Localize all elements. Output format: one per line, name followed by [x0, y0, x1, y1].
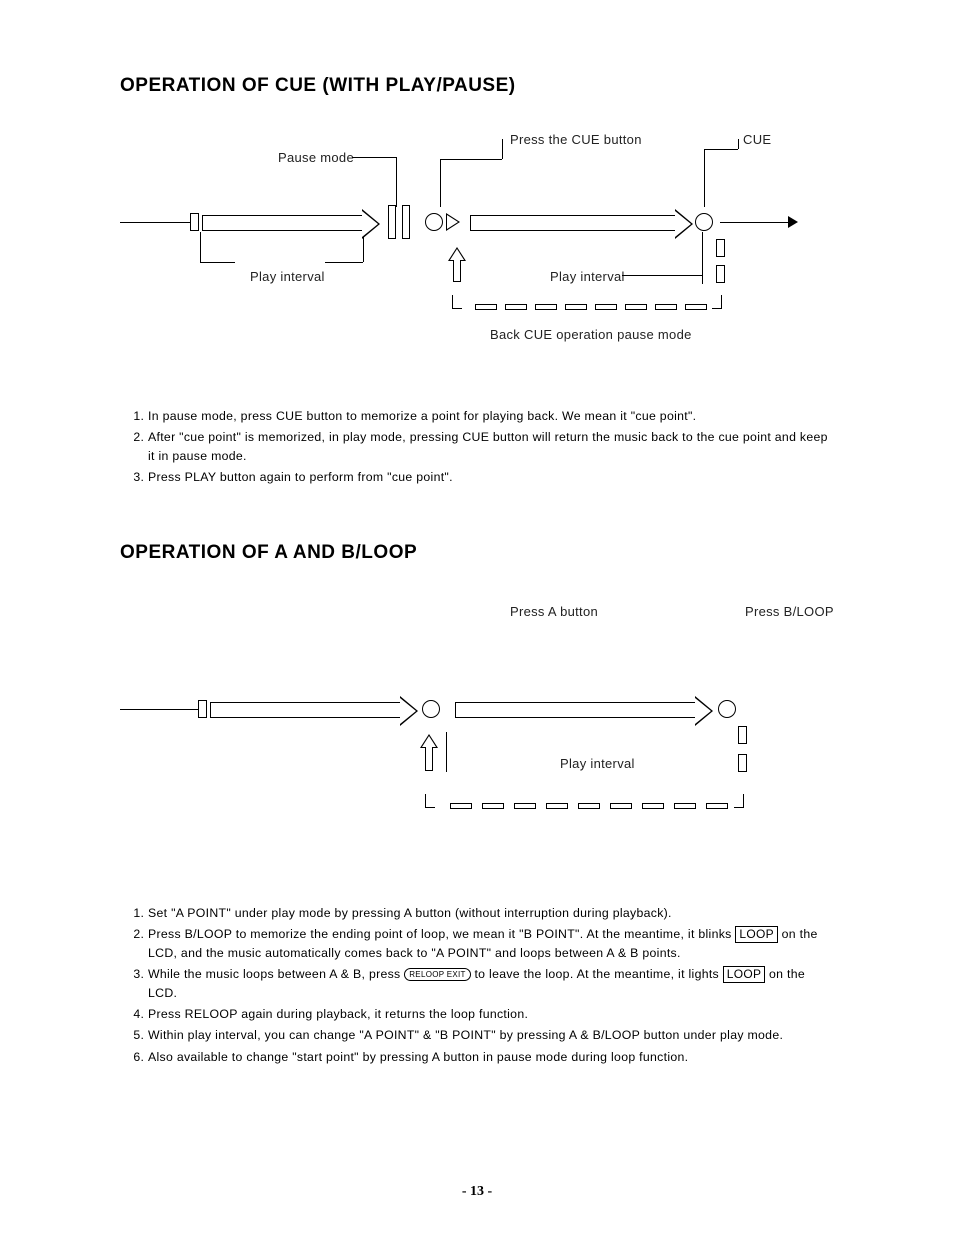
- s2-step4: Press RELOOP again during playback, it r…: [148, 1005, 834, 1024]
- label-press-a: Press A button: [510, 604, 598, 619]
- s1-step2: After "cue point" is memorized, in play …: [148, 428, 834, 466]
- s1-step3: Press PLAY button again to perform from …: [148, 468, 834, 487]
- s1-step1: In pause mode, press CUE button to memor…: [148, 407, 834, 426]
- label-pause-mode: Pause mode: [278, 150, 354, 165]
- page-number: - 13 -: [0, 1184, 954, 1200]
- label-play-interval-left: Play interval: [250, 269, 325, 284]
- loop-badge: LOOP: [735, 926, 778, 943]
- label-cue: CUE: [743, 132, 771, 147]
- s2-step2: Press B/LOOP to memorize the ending poin…: [148, 925, 834, 963]
- section2-title: OPERATION OF A AND B/LOOP: [120, 542, 834, 564]
- s2-step3-a: While the music loops between A & B, pre…: [148, 967, 404, 981]
- up-arrow-icon-2: [420, 734, 438, 748]
- loop-badge-2: LOOP: [723, 966, 766, 983]
- label-play-interval-right: Play interval: [550, 269, 625, 284]
- up-arrow-icon: [448, 247, 466, 261]
- play-icon: [446, 213, 460, 231]
- diagram-abloop: Press A button Press B/LOOP Play interva…: [120, 594, 830, 854]
- s2-step5: Within play interval, you can change "A …: [148, 1026, 834, 1045]
- s2-step3: While the music loops between A & B, pre…: [148, 965, 834, 1003]
- label-press-cue: Press the CUE button: [510, 132, 642, 147]
- s2-step2-a: Press B/LOOP to memorize the ending poin…: [148, 927, 735, 941]
- section1-title: OPERATION OF CUE (WITH PLAY/PAUSE): [120, 75, 834, 97]
- section1-steps: In pause mode, press CUE button to memor…: [120, 407, 834, 487]
- s2-step1: Set "A POINT" under play mode by pressin…: [148, 904, 834, 923]
- diagram-cue: Press the CUE button CUE Pause mode Play: [120, 127, 830, 357]
- label-press-bloop: Press B/LOOP: [745, 604, 834, 619]
- label-back-cue: Back CUE operation pause mode: [490, 327, 692, 342]
- label-play-interval-2: Play interval: [560, 756, 635, 771]
- reloop-exit-button-icon: RELOOP EXIT: [404, 968, 471, 981]
- section2-steps: Set "A POINT" under play mode by pressin…: [120, 904, 834, 1066]
- s2-step3-b: to leave the loop. At the meantime, it l…: [474, 967, 722, 981]
- s2-step6: Also available to change "start point" b…: [148, 1048, 834, 1067]
